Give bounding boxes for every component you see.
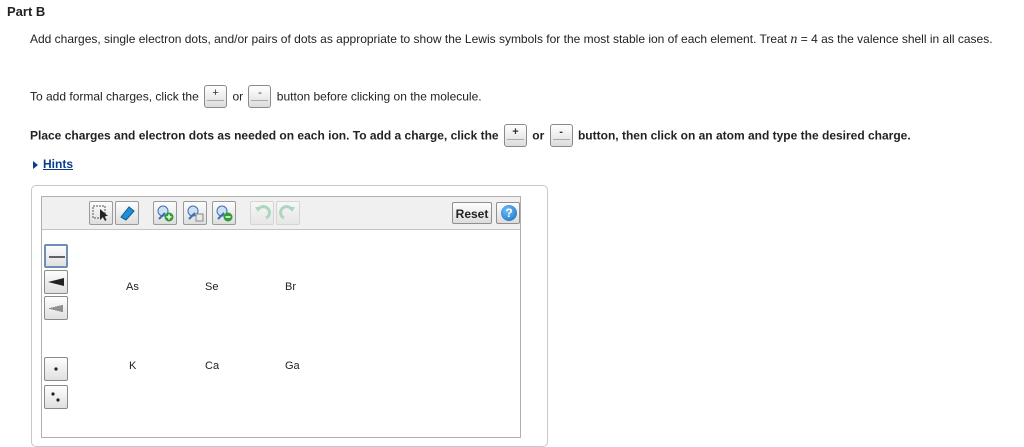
part-title: Part B: [7, 4, 46, 19]
remove-electron-icon: [216, 205, 233, 222]
place-charges-prefix: Place charges and electron dots as neede…: [30, 128, 499, 143]
instructions-text-after: as the valence shell in all cases.: [817, 32, 993, 46]
atom-ga[interactable]: Ga: [285, 360, 300, 372]
atom-k[interactable]: K: [129, 360, 136, 372]
hash-bond-icon: [49, 305, 63, 312]
triangle-right-icon: [33, 160, 38, 169]
remove-electron-button[interactable]: [212, 201, 236, 225]
minus-charge-button[interactable]: -: [549, 124, 573, 147]
double-dot-icon: [51, 392, 60, 402]
place-charges-line: Place charges and electron dots as neede…: [30, 124, 911, 147]
atom-ca[interactable]: Ca: [205, 360, 219, 372]
reset-button[interactable]: Reset: [452, 202, 492, 224]
minus-sign: -: [559, 126, 563, 138]
electron-pair-icon: [187, 205, 204, 222]
eraser-icon: [120, 206, 135, 221]
wedge-bond-icon: [48, 278, 64, 286]
instructions: Add charges, single electron dots, and/o…: [30, 32, 1015, 47]
help-icon: ?: [501, 205, 517, 221]
redo-button[interactable]: [276, 201, 300, 225]
help-button[interactable]: ?: [496, 202, 520, 224]
formal-charge-suffix: button before clicking on the molecule.: [276, 89, 482, 104]
undo-button[interactable]: [250, 201, 274, 225]
single-bond-button[interactable]: [44, 244, 68, 268]
atom-as[interactable]: As: [126, 281, 139, 293]
minus-sign: -: [258, 87, 262, 99]
formal-charge-line: To add formal charges, click the + or - …: [30, 85, 482, 108]
hash-bond-button[interactable]: [44, 296, 68, 320]
editor-toolbar: Reset ?: [42, 197, 520, 230]
electron-pair-dots-button[interactable]: [44, 385, 68, 409]
wedge-bond-button[interactable]: [44, 270, 68, 294]
editor-sidebar: [42, 230, 72, 437]
undo-icon: [255, 205, 271, 220]
electron-pair-button[interactable]: [183, 201, 207, 225]
single-electron-button[interactable]: [44, 357, 68, 381]
formal-minus-charge-button[interactable]: -: [248, 85, 272, 108]
instructions-text-before: Add charges, single electron dots, and/o…: [30, 32, 791, 46]
atom-se[interactable]: Se: [205, 281, 218, 293]
instructions-equals: = 4: [797, 32, 818, 46]
atom-br[interactable]: Br: [285, 281, 296, 293]
hints-toggle[interactable]: Hints: [33, 157, 73, 171]
hints-link[interactable]: Hints: [43, 157, 73, 171]
plus-sign: +: [512, 126, 519, 138]
add-electron-button[interactable]: [153, 201, 177, 225]
formal-plus-charge-button[interactable]: +: [204, 85, 228, 108]
select-arrow-icon: [92, 205, 108, 221]
place-charges-suffix: button, then click on an atom and type t…: [577, 128, 911, 143]
formal-charge-or: or: [232, 89, 244, 104]
redo-icon: [279, 205, 295, 220]
formal-charge-prefix: To add formal charges, click the: [30, 89, 199, 104]
select-tool-button[interactable]: [89, 201, 113, 225]
single-bond-icon: [49, 256, 65, 258]
lewis-editor: Reset ? As Se Br K Ca Ga: [41, 196, 521, 438]
single-dot-icon: [54, 367, 58, 371]
add-electron-icon: [157, 205, 174, 222]
plus-charge-button[interactable]: +: [503, 124, 527, 147]
place-charges-or: or: [532, 128, 545, 143]
plus-sign: +: [212, 87, 219, 99]
eraser-tool-button[interactable]: [115, 201, 139, 225]
